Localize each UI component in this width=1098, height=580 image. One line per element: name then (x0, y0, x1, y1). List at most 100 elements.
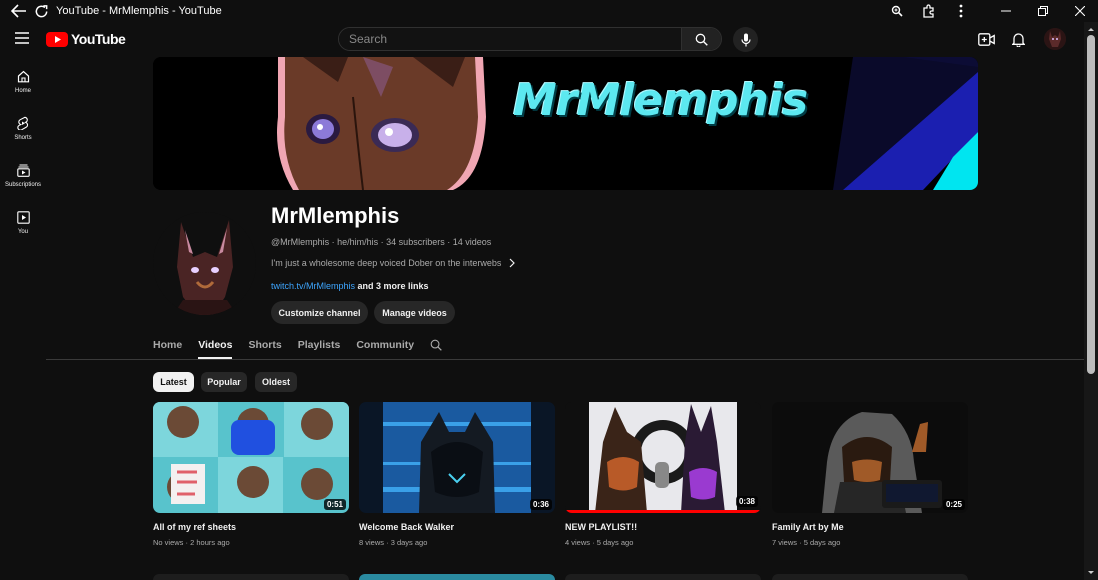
channel-links: twitch.tv/MrMlemphis and 3 more links (271, 281, 429, 291)
channel-handle: @MrMlemphis (271, 237, 330, 247)
video-duration: 0:25 (942, 499, 965, 510)
browser-menu-button[interactable] (945, 0, 977, 22)
video-title[interactable]: NEW PLAYLIST!! (565, 522, 761, 532)
video-title[interactable]: All of my ref sheets (153, 522, 349, 532)
guide-menu-button[interactable] (14, 31, 30, 45)
chevron-right-icon (509, 258, 516, 268)
video-metadata: No views · 2 hours ago (153, 538, 230, 547)
video-card[interactable]: 0:25 Family Art by Me 7 views · 5 days a… (772, 402, 968, 547)
upload-age: 5 days ago (803, 538, 841, 547)
tab-search[interactable] (430, 333, 442, 359)
chip-popular[interactable]: Popular (201, 372, 247, 392)
channel-metadata: @MrMlemphis · he/him/his · 34 subscriber… (271, 237, 492, 247)
browser-titlebar: YouTube - MrMlemphis - YouTube (0, 0, 1098, 22)
video-thumbnail[interactable]: 0:38 (565, 402, 761, 513)
window-title: YouTube - MrMlemphis - YouTube (56, 5, 222, 17)
channel-name: MrMlemphis (271, 203, 400, 228)
masthead: YouTube (0, 22, 1084, 56)
chip-latest[interactable]: Latest (153, 372, 194, 392)
create-button[interactable] (976, 29, 996, 49)
extensions-button[interactable] (913, 0, 945, 22)
youtube-logo[interactable]: YouTube (46, 31, 126, 47)
guide-item-home[interactable]: Home (0, 58, 46, 105)
video-metadata: 7 views · 5 days ago (772, 538, 841, 547)
upload-age: 2 hours ago (190, 538, 230, 547)
microphone-icon (740, 33, 751, 46)
subscriber-count: 34 subscribers (386, 237, 445, 247)
channel-description-text: I'm just a wholesome deep voiced Dober o… (271, 258, 502, 268)
manage-videos-button[interactable]: Manage videos (374, 301, 455, 324)
avatar-image (1044, 28, 1066, 50)
tab-shorts[interactable]: Shorts (248, 333, 281, 359)
youtube-play-icon (46, 31, 68, 47)
video-duration: 0:51 (323, 499, 346, 510)
channel-avatar[interactable] (153, 212, 256, 315)
thumbnail-image (153, 402, 349, 513)
minimize-button[interactable] (987, 0, 1024, 22)
channel-avatar-image (153, 212, 256, 315)
video-thumbnail[interactable]: 0:25 (772, 402, 968, 513)
video-card[interactable]: 0:38 NEW PLAYLIST!! 4 views · 5 days ago (565, 402, 761, 547)
search-input[interactable] (339, 28, 681, 50)
back-button[interactable] (8, 0, 30, 22)
video-title[interactable]: Welcome Back Walker (359, 522, 555, 532)
more-links-button[interactable]: and 3 more links (358, 281, 429, 291)
tabs-divider (46, 359, 1084, 360)
video-thumbnail-peek[interactable] (565, 574, 761, 580)
minimize-icon (1000, 10, 1011, 12)
tab-playlists[interactable]: Playlists (298, 333, 341, 359)
reload-button[interactable] (30, 0, 52, 22)
guide-label: Home (14, 87, 31, 94)
video-thumbnail-peek[interactable] (359, 574, 555, 580)
scroll-down-arrow-icon (1088, 571, 1094, 574)
video-thumbnail[interactable]: 0:36 (359, 402, 555, 513)
subscriptions-icon (16, 164, 30, 177)
tab-home[interactable]: Home (153, 333, 182, 359)
voice-search-button[interactable] (733, 27, 758, 52)
channel-pronouns: he/him/his (337, 237, 379, 247)
reload-icon (35, 4, 47, 17)
upload-age: 3 days ago (390, 538, 428, 547)
view-count: 7 views (772, 538, 798, 547)
close-button[interactable] (1061, 0, 1098, 22)
customize-channel-button[interactable]: Customize channel (271, 301, 368, 324)
hamburger-icon (15, 32, 29, 44)
tab-videos[interactable]: Videos (198, 333, 233, 359)
watch-progress-bar (565, 510, 761, 513)
video-title[interactable]: Family Art by Me (772, 522, 968, 532)
guide-label: Shorts (14, 135, 32, 141)
create-video-icon (977, 32, 995, 46)
scroll-up-arrow-icon (1088, 28, 1094, 31)
restore-button[interactable] (1024, 0, 1061, 22)
twitch-link[interactable]: twitch.tv/MrMlemphis (271, 281, 355, 291)
video-thumbnail-peek[interactable] (772, 574, 968, 580)
bell-icon (1011, 32, 1025, 47)
notifications-button[interactable] (1008, 29, 1028, 49)
guide-item-shorts[interactable]: Shorts (0, 105, 46, 152)
thumbnail-image (772, 402, 968, 513)
video-card[interactable]: 0:36 Welcome Back Walker 8 views · 3 day… (359, 402, 555, 547)
chip-oldest[interactable]: Oldest (255, 372, 297, 392)
restore-icon (1037, 6, 1048, 16)
video-thumbnail[interactable]: 0:51 (153, 402, 349, 513)
guide-item-you[interactable]: You (0, 199, 46, 246)
arrow-left-icon (11, 4, 26, 18)
channel-description[interactable]: I'm just a wholesome deep voiced Dober o… (271, 258, 517, 268)
search-box (338, 27, 722, 51)
zoom-button[interactable] (881, 0, 913, 22)
scrollbar-thumb[interactable] (1087, 35, 1095, 374)
video-card[interactable]: 0:51 All of my ref sheets No views · 2 h… (153, 402, 349, 547)
kebab-menu-icon (959, 4, 963, 18)
page-scrollbar[interactable] (1084, 22, 1098, 580)
guide-item-subscriptions[interactable]: Subscriptions (0, 152, 46, 199)
view-count: No views (153, 538, 184, 547)
thumbnail-image (565, 402, 761, 513)
video-thumbnail-peek[interactable] (153, 574, 349, 580)
close-icon (1074, 6, 1085, 16)
tab-community[interactable]: Community (356, 333, 414, 359)
search-button[interactable] (681, 28, 721, 50)
view-count: 4 views (565, 538, 591, 547)
account-avatar-button[interactable] (1044, 28, 1066, 50)
logo-text: YouTube (71, 31, 126, 47)
guide-label: You (17, 228, 29, 235)
